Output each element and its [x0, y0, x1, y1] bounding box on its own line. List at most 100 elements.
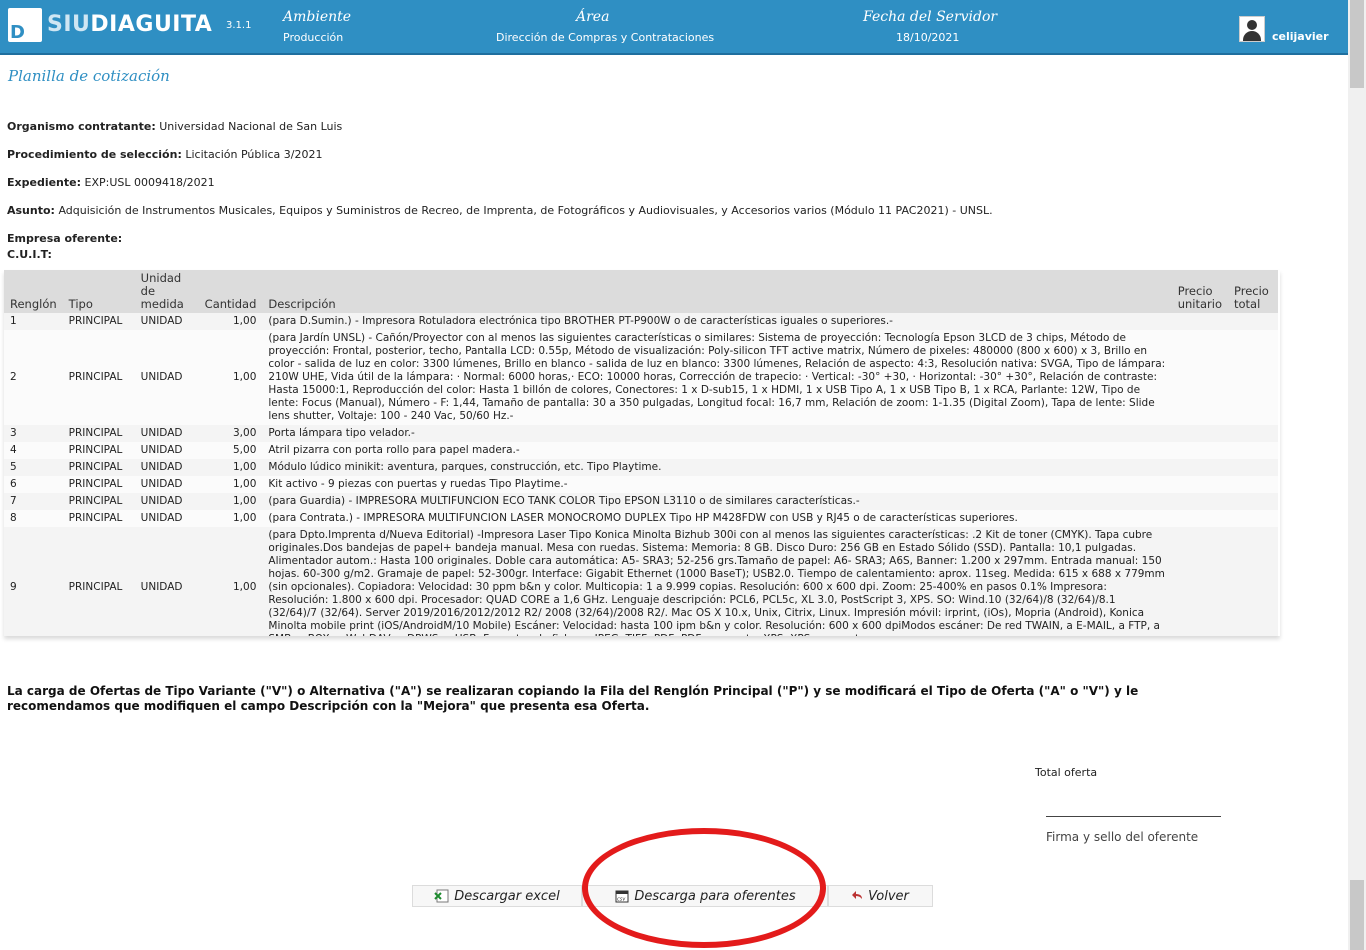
cell-unidad: UNIDAD	[140, 444, 183, 456]
csv-file-icon: csv	[615, 890, 629, 903]
asunto-field: Asunto: Adquisición de Instrumentos Musi…	[7, 204, 993, 217]
cell-precio-total	[1228, 313, 1278, 330]
cell-unidad: UNIDAD	[140, 581, 183, 593]
cell-precio-unitario	[1172, 330, 1228, 425]
cell-unidad: UNIDAD	[140, 495, 183, 507]
cell-unidad: UNIDAD	[140, 427, 183, 439]
cell-precio-total	[1228, 476, 1278, 493]
cell-precio-unitario	[1172, 527, 1228, 636]
procedimiento-field: Procedimiento de selección: Licitación P…	[7, 148, 322, 161]
page-scrollbar[interactable]	[1348, 0, 1366, 950]
items-table: Renglón Tipo Unidad de medida Cantidad D…	[4, 270, 1278, 636]
cell-unidad: UNIDAD	[140, 512, 183, 524]
username[interactable]: celijavier	[1272, 30, 1329, 43]
siu-logo-icon: D	[8, 8, 42, 43]
organismo-field: Organismo contratante: Universidad Nacio…	[7, 120, 342, 133]
volver-button[interactable]: Volver	[828, 885, 933, 907]
user-avatar-icon[interactable]	[1239, 16, 1265, 42]
cell-unidad: UNIDAD	[140, 315, 183, 327]
cell-precio-total	[1228, 493, 1278, 510]
scrollbar-thumb-lower[interactable]	[1350, 880, 1364, 950]
col-tipo: Tipo	[62, 270, 135, 313]
area-value: Dirección de Compras y Contrataciones	[496, 31, 715, 44]
cell-cantidad: 1,00	[233, 581, 257, 593]
items-table-container[interactable]: Renglón Tipo Unidad de medida Cantidad D…	[4, 270, 1280, 636]
expediente-label: Expediente:	[7, 176, 81, 189]
col-unidad: Unidad de medida	[134, 270, 199, 313]
cell-renglon: 9	[10, 581, 17, 593]
cell-tipo: PRINCIPAL	[68, 427, 123, 439]
cell-descripcion: (para Contrata.) - IMPRESORA MULTIFUNCIO…	[268, 512, 1018, 524]
cell-descripcion: (para D.Sumin.) - Impresora Rotuladora e…	[268, 315, 893, 327]
cell-renglon: 4	[10, 444, 17, 456]
cell-precio-total	[1228, 510, 1278, 527]
organismo-value: Universidad Nacional de San Luis	[159, 120, 343, 133]
table-header-row: Renglón Tipo Unidad de medida Cantidad D…	[4, 270, 1278, 313]
volver-label: Volver	[868, 888, 909, 904]
table-row: 2 PRINCIPAL UNIDAD 1,00 (para Jardín UNSL) -…	[4, 330, 1278, 425]
table-row: 4 PRINCIPAL UNIDAD 5,00 Atril pizarra con po…	[4, 442, 1278, 459]
cell-cantidad: 1,00	[233, 371, 257, 383]
cell-descripcion: (para Jardín UNSL) - Cañón/Proyector con…	[268, 332, 1166, 422]
table-row: 9 PRINCIPAL UNIDAD 1,00 (para Dpto.Imprenta …	[4, 527, 1278, 636]
scrollbar-thumb[interactable]	[1350, 0, 1364, 88]
cell-precio-unitario	[1172, 459, 1228, 476]
cell-precio-unitario	[1172, 493, 1228, 510]
cell-renglon: 5	[10, 461, 17, 473]
descargar-excel-label: Descargar excel	[454, 888, 560, 904]
col-cantidad: Cantidad	[198, 270, 263, 313]
expediente-value: EXP:USL 0009418/2021	[84, 176, 215, 189]
cell-cantidad: 3,00	[233, 427, 257, 439]
area-label: Área	[576, 9, 610, 25]
top-bar: D SIUDIAGUITA 3.1.1 Ambiente Producción …	[0, 0, 1348, 55]
cell-renglon: 2	[10, 371, 17, 383]
col-renglon: Renglón	[4, 270, 63, 313]
cell-descripcion: Módulo lúdico minikit: aventura, parques…	[268, 461, 662, 473]
page-title: Planilla de cotización	[8, 67, 170, 85]
procedimiento-value: Licitación Pública 3/2021	[185, 148, 323, 161]
cell-precio-total	[1228, 425, 1278, 442]
cell-descripcion: (para Dpto.Imprenta d/Nueva Editorial) -…	[268, 529, 1165, 636]
version-label: 3.1.1	[226, 20, 252, 31]
cell-tipo: PRINCIPAL	[68, 371, 123, 383]
cell-descripcion: Atril pizarra con porta rollo para papel…	[268, 444, 520, 456]
cell-precio-unitario	[1172, 425, 1228, 442]
ambiente-label: Ambiente	[283, 9, 352, 25]
descarga-oferentes-button[interactable]: csv Descarga para oferentes	[582, 885, 828, 907]
empresa-label: Empresa oferente:	[7, 232, 123, 245]
cell-precio-total	[1228, 330, 1278, 425]
cell-renglon: 1	[10, 315, 17, 327]
ambiente-value: Producción	[283, 31, 344, 44]
table-row: 6 PRINCIPAL UNIDAD 1,00 Kit activo - 9 pieza…	[4, 476, 1278, 493]
cell-precio-unitario	[1172, 476, 1228, 493]
col-descripcion: Descripción	[262, 270, 1172, 313]
back-arrow-icon	[852, 891, 863, 899]
cell-renglon: 7	[10, 495, 17, 507]
table-row: 7 PRINCIPAL UNIDAD 1,00 (para Guardia) - IMP…	[4, 493, 1278, 510]
procedimiento-label: Procedimiento de selección:	[7, 148, 182, 161]
cell-cantidad: 1,00	[233, 478, 257, 490]
cell-renglon: 8	[10, 512, 17, 524]
table-row: 8 PRINCIPAL UNIDAD 1,00 (para Contrata.) - I…	[4, 510, 1278, 527]
cuit-label: C.U.I.T:	[7, 248, 52, 261]
table-row: 1 PRINCIPAL UNIDAD 1,00 (para D.Sumin.) - Im…	[4, 313, 1278, 330]
asunto-label: Asunto:	[7, 204, 55, 217]
cell-tipo: PRINCIPAL	[68, 315, 123, 327]
cell-precio-total	[1228, 459, 1278, 476]
table-row: 3 PRINCIPAL UNIDAD 3,00 Porta lámpara tipo v…	[4, 425, 1278, 442]
descargar-excel-button[interactable]: Descargar excel	[412, 885, 582, 907]
cell-precio-unitario	[1172, 510, 1228, 527]
fecha-value: 18/10/2021	[896, 31, 960, 44]
cell-descripcion: Porta lámpara tipo velador.-	[268, 427, 415, 439]
total-oferta-label: Total oferta	[1035, 766, 1098, 779]
signature-line	[1046, 816, 1221, 817]
fecha-label: Fecha del Servidor	[863, 9, 998, 25]
col-precio-total: Precio total	[1228, 270, 1278, 313]
descarga-oferentes-label: Descarga para oferentes	[634, 888, 796, 904]
cell-precio-unitario	[1172, 313, 1228, 330]
expediente-field: Expediente: EXP:USL 0009418/2021	[7, 176, 215, 189]
svg-text:csv: csv	[617, 897, 626, 903]
cell-cantidad: 1,00	[233, 315, 257, 327]
cell-tipo: PRINCIPAL	[68, 581, 123, 593]
notice-text: La carga de Ofertas de Tipo Variante ("V…	[7, 684, 1139, 713]
